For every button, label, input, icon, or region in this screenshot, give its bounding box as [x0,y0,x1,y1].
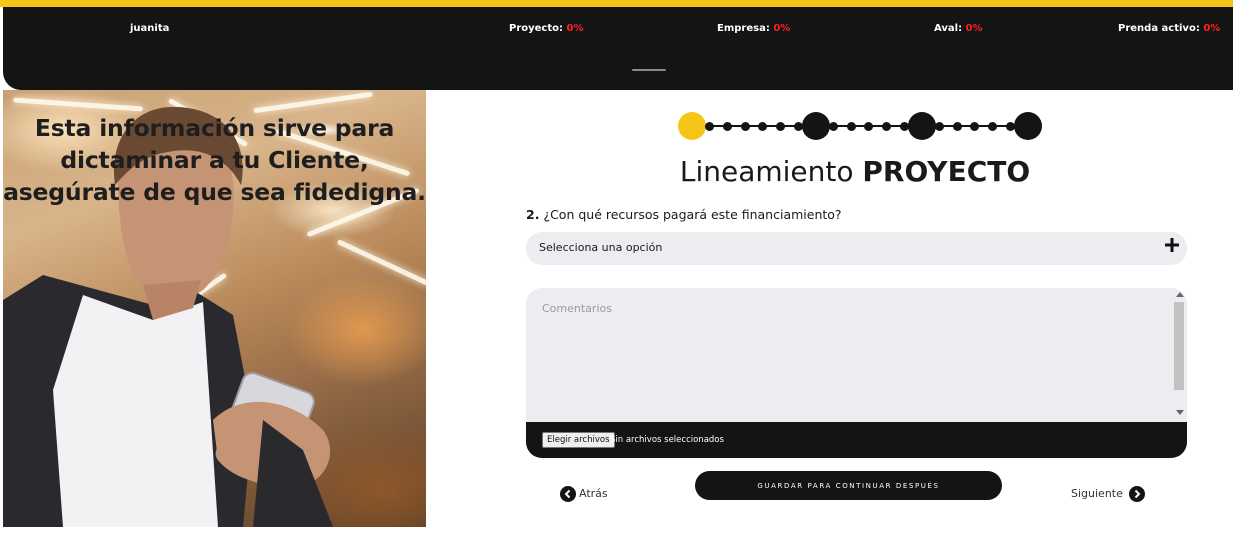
header-collapse-handle[interactable] [632,69,666,71]
back-label: Atrás [579,487,608,500]
resource-select[interactable]: Selecciona una opción [526,232,1187,265]
scroll-down-arrow-icon[interactable] [1176,410,1184,415]
stepper-step[interactable] [740,121,750,131]
plus-icon[interactable] [1165,238,1179,252]
hero-photo: Esta información sirve para dictaminar a… [3,90,426,527]
comments-panel: Elegir archivos Sin archivos seleccionad… [526,288,1187,458]
stepper-step[interactable] [864,121,874,131]
stepper-step[interactable] [988,121,998,131]
save-continue-later-button[interactable]: GUARDAR PARA CONTINUAR DESPUÉS [695,471,1002,500]
scroll-up-arrow-icon[interactable] [1176,292,1184,297]
question-text: ¿Con qué recursos pagará este financiami… [543,207,842,222]
comments-textarea[interactable] [526,288,1172,422]
stepper-step[interactable] [705,121,715,131]
user-name: juanita [130,23,170,34]
stepper-step[interactable] [882,121,892,131]
progress-proyecto-value: 0% [566,23,584,34]
choose-files-button[interactable]: Elegir archivos [542,432,615,448]
stepper-step[interactable] [758,121,768,131]
form-stepper [678,112,1042,140]
chevron-left-icon [560,485,576,502]
hero-caption: Esta información sirve para dictaminar a… [3,114,426,206]
next-button[interactable]: Siguiente [1071,485,1145,502]
next-label: Siguiente [1071,487,1123,500]
progress-prenda-value: 0% [1203,23,1221,34]
question-number: 2. [526,207,540,222]
progress-aval: Aval: 0% [934,23,983,34]
progress-empresa-label: Empresa: [717,23,770,34]
scroll-thumb[interactable] [1174,302,1184,390]
progress-empresa: Empresa: 0% [717,23,790,34]
progress-prenda-label: Prenda activo: [1118,23,1200,34]
question-label: 2. ¿Con qué recursos pagará este financi… [526,207,842,222]
file-status-text: Sin archivos seleccionados [610,435,724,445]
back-button[interactable]: Atrás [560,485,608,502]
progress-proyecto: Proyecto: 0% [509,23,583,34]
stepper-step[interactable] [952,121,962,131]
chevron-right-icon [1128,485,1145,502]
stepper-step[interactable] [722,121,732,131]
stepper-step[interactable] [846,121,856,131]
top-accent-stripe [0,0,1233,7]
stepper-step[interactable] [970,121,980,131]
progress-aval-label: Aval: [934,23,963,34]
section-title: Lineamiento PROYECTO [525,155,1185,188]
section-title-bold: PROYECTO [862,155,1031,188]
stepper-step[interactable] [775,121,785,131]
progress-empresa-value: 0% [773,23,791,34]
stepper-step[interactable] [828,121,838,131]
progress-aval-value: 0% [965,23,983,34]
progress-header: juanita Proyecto: 0% Empresa: 0% Aval: 0… [3,7,1233,90]
comments-scrollbar[interactable] [1172,288,1187,422]
stepper-step-section[interactable] [907,112,936,140]
progress-proyecto-label: Proyecto: [509,23,564,34]
progress-prenda-activo: Prenda activo: 0% [1118,23,1220,34]
resource-select-value: Selecciona una opción [539,241,663,254]
section-title-light: Lineamiento [679,155,854,188]
stepper-step-section[interactable] [801,112,830,140]
stepper-step[interactable] [935,121,945,131]
stepper-step-current[interactable] [678,112,706,140]
file-upload-bar: Elegir archivos Sin archivos seleccionad… [526,422,1187,458]
stepper-step-section[interactable] [1014,112,1042,140]
